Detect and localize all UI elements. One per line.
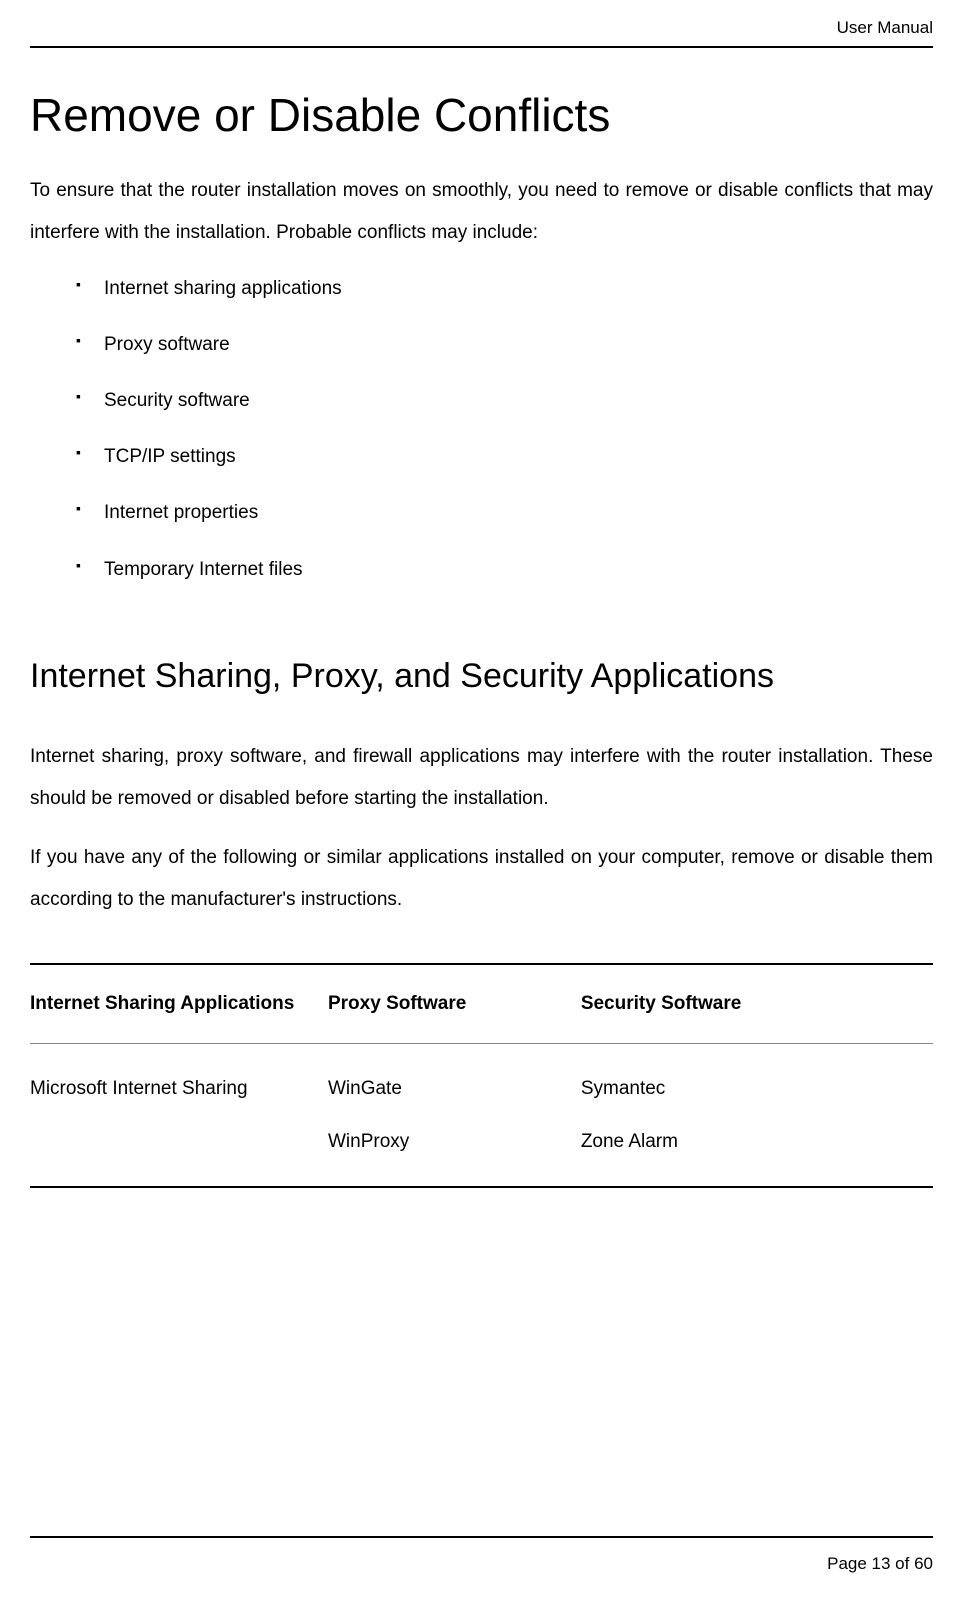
list-item: Internet sharing applications (76, 272, 933, 306)
table-cell-security: Symantec Zone Alarm (581, 1043, 933, 1187)
section-heading-remove-conflicts: Remove or Disable Conflicts (30, 88, 933, 142)
conflicts-table: Internet Sharing Applications Proxy Soft… (30, 963, 933, 1188)
list-item: Security software (76, 384, 933, 418)
table-header-row: Internet Sharing Applications Proxy Soft… (30, 964, 933, 1043)
list-item: Temporary Internet files (76, 553, 933, 587)
table-header-col3: Security Software (581, 964, 933, 1043)
intro-paragraph: To ensure that the router installation m… (30, 170, 933, 254)
table-header-col2: Proxy Software (328, 964, 581, 1043)
table-cell-line: WinGate (328, 1062, 581, 1115)
table-cell-line: Symantec (581, 1062, 933, 1115)
table-cell-proxy: WinGate WinProxy (328, 1043, 581, 1187)
page-header: User Manual (30, 0, 933, 46)
header-divider (30, 46, 933, 48)
conflicts-list: Internet sharing applications Proxy soft… (30, 272, 933, 587)
table-row: Microsoft Internet Sharing WinGate WinPr… (30, 1043, 933, 1187)
list-item: Proxy software (76, 328, 933, 362)
list-item: TCP/IP settings (76, 440, 933, 474)
list-item: Internet properties (76, 496, 933, 530)
table-cell-line: Zone Alarm (581, 1115, 933, 1168)
page-footer: Page 13 of 60 (827, 1554, 933, 1574)
section2-paragraph-1: Internet sharing, proxy software, and fi… (30, 736, 933, 820)
section-heading-internet-sharing: Internet Sharing, Proxy, and Security Ap… (30, 657, 933, 696)
footer-divider (30, 1536, 933, 1538)
table-cell-sharing: Microsoft Internet Sharing (30, 1043, 328, 1187)
table-cell-line: WinProxy (328, 1115, 581, 1168)
section2-paragraph-2: If you have any of the following or simi… (30, 837, 933, 921)
page-number: Page 13 of 60 (827, 1554, 933, 1573)
header-title: User Manual (837, 18, 933, 37)
table-header-col1: Internet Sharing Applications (30, 964, 328, 1043)
